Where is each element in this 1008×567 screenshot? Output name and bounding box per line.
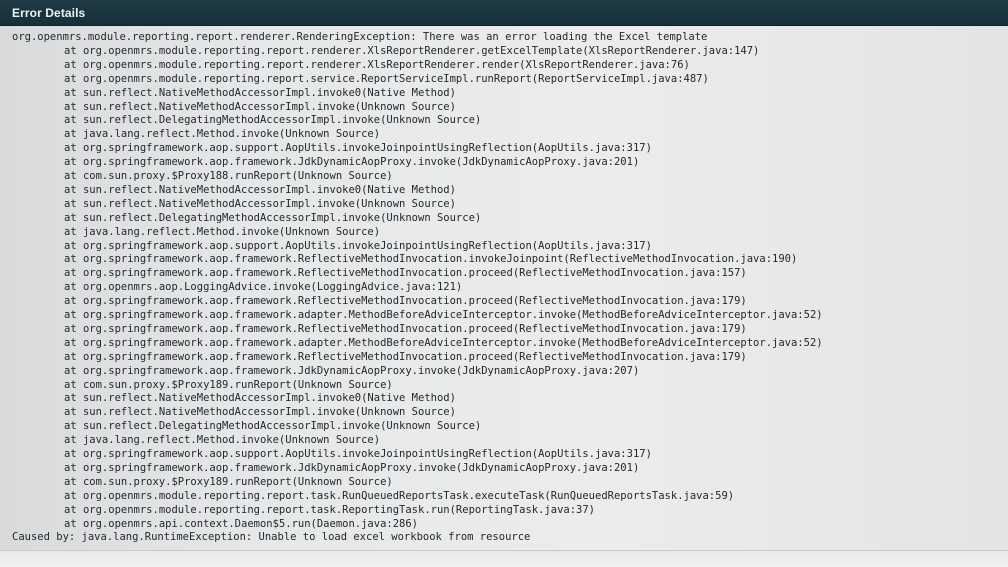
exception-header-line: org.openmrs.module.reporting.report.rend… <box>12 31 708 43</box>
window-title: Error Details <box>12 6 86 20</box>
stack-frame-line: at org.springframework.aop.framework.Ref… <box>64 253 798 266</box>
stack-frame-line: at org.springframework.aop.framework.Jdk… <box>64 156 640 169</box>
stack-frame-line: at com.sun.proxy.$Proxy189.runReport(Unk… <box>64 378 393 391</box>
caused-by-line: Caused by: java.lang.RuntimeException: U… <box>12 531 531 544</box>
stack-frame-line: at org.openmrs.module.reporting.report.s… <box>64 72 709 85</box>
stack-frame-line: at org.openmrs.aop.LoggingAdvice.invoke(… <box>64 281 463 294</box>
stack-frame-line: at com.sun.proxy.$Proxy189.runReport(Unk… <box>64 475 393 488</box>
stack-frame-line: at java.lang.reflect.Method.invoke(Unkno… <box>64 434 381 447</box>
stack-frame-line: at java.lang.reflect.Method.invoke(Unkno… <box>64 225 381 238</box>
stack-frame-line: at org.springframework.aop.framework.Jdk… <box>64 364 640 377</box>
stack-frame-line: at org.springframework.aop.support.AopUt… <box>64 142 652 155</box>
stack-frame-line: at org.springframework.aop.framework.Jdk… <box>64 461 640 474</box>
stack-frame-line: at sun.reflect.NativeMethodAccessorImpl.… <box>64 392 456 405</box>
stack-frame-line: at sun.reflect.DelegatingMethodAccessorI… <box>64 211 482 224</box>
stack-frame-line: at sun.reflect.DelegatingMethodAccessorI… <box>64 114 482 127</box>
stack-frame-line: at sun.reflect.NativeMethodAccessorImpl.… <box>64 406 456 419</box>
stack-frame-line: at com.sun.proxy.$Proxy188.runReport(Unk… <box>64 170 393 182</box>
stack-frame-line: at sun.reflect.NativeMethodAccessorImpl.… <box>64 100 456 113</box>
window-titlebar: Error Details <box>0 0 1008 26</box>
stack-frame-line: at sun.reflect.NativeMethodAccessorImpl.… <box>64 86 456 99</box>
stack-frame-line: at java.lang.reflect.Method.invoke(Unkno… <box>64 128 381 141</box>
stack-frame-line: at sun.reflect.NativeMethodAccessorImpl.… <box>64 197 456 210</box>
stack-frame-line: at org.springframework.aop.framework.ada… <box>64 309 823 321</box>
stack-frame-line: at org.springframework.aop.framework.Ref… <box>64 295 747 308</box>
stack-trace-panel[interactable]: org.openmrs.module.reporting.report.rend… <box>0 26 1008 550</box>
stack-frame-line: at org.openmrs.module.reporting.report.t… <box>64 489 735 502</box>
stack-frame-line: at sun.reflect.NativeMethodAccessorImpl.… <box>64 183 456 196</box>
stack-frame-line: at org.springframework.aop.framework.Ref… <box>64 267 747 280</box>
stack-frame-line: at org.openmrs.module.reporting.report.t… <box>64 503 596 516</box>
stack-frame-line: at org.springframework.aop.framework.Ref… <box>64 322 747 335</box>
stack-frame-line: at org.openmrs.module.reporting.report.r… <box>64 58 690 71</box>
stack-frame-line: at org.springframework.aop.support.AopUt… <box>64 448 652 460</box>
panel-bottom-edge <box>0 550 1008 567</box>
stack-frame-line: at org.springframework.aop.framework.ada… <box>64 336 823 349</box>
stack-frame-line: at org.springframework.aop.framework.Ref… <box>64 350 747 363</box>
stack-frame-line: at org.springframework.aop.support.AopUt… <box>64 239 652 252</box>
stack-frame-line: at sun.reflect.DelegatingMethodAccessorI… <box>64 420 482 433</box>
error-details-window: Error Details org.openmrs.module.reporti… <box>0 0 1008 567</box>
stack-frame-line: at org.openmrs.module.reporting.report.r… <box>64 44 760 57</box>
stack-frame-line: at org.openmrs.api.context.Daemon$5.run(… <box>64 517 419 530</box>
